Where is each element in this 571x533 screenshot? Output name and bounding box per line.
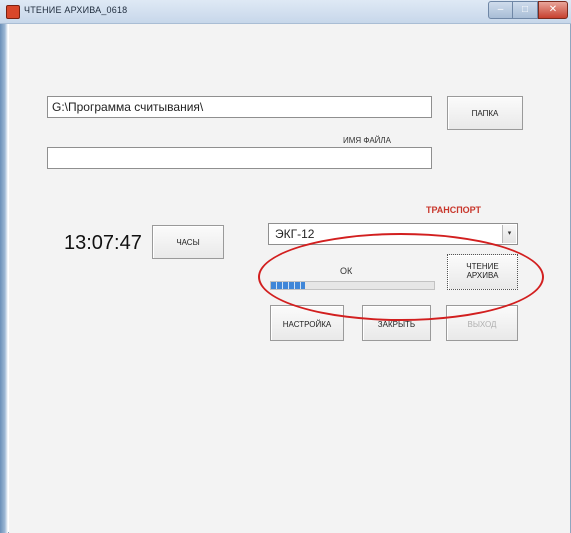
highlight-ellipse <box>258 233 544 321</box>
maximize-icon: □ <box>521 4 529 15</box>
window-border-left <box>0 24 8 533</box>
close-window-button[interactable]: ✕ <box>538 1 568 19</box>
folder-button-label: ПАПКА <box>471 109 499 118</box>
chevron-down-icon[interactable]: ▾ <box>502 225 516 243</box>
settings-button-label: НАСТРОЙКА <box>282 320 332 329</box>
title-bar[interactable]: ЧТЕНИЕ АРХИВА_0618 – □ ✕ <box>0 0 571 24</box>
exit-button-label: ВЫХОД <box>467 320 497 329</box>
clock-display: 13:07:47 <box>64 232 142 254</box>
clock-button-label: ЧАСЫ <box>176 238 200 247</box>
app-icon <box>6 5 20 19</box>
folder-button[interactable]: ПАПКА <box>447 96 523 130</box>
filename-input[interactable] <box>47 147 432 169</box>
window-title: ЧТЕНИЕ АРХИВА_0618 <box>24 5 128 15</box>
minimize-button[interactable]: – <box>488 1 513 19</box>
close-icon: ✕ <box>548 4 558 15</box>
filename-label: ИМЯ ФАЙЛА <box>343 136 391 145</box>
close-button-label: ЗАКРЫТЬ <box>377 320 416 329</box>
minimize-icon: – <box>497 4 504 15</box>
folder-path-input[interactable]: G:\Программа считывания\ <box>47 96 432 118</box>
maximize-button[interactable]: □ <box>513 1 538 19</box>
transport-label: ТРАНСПОРТ <box>426 205 482 215</box>
clock-button[interactable]: ЧАСЫ <box>152 225 224 259</box>
